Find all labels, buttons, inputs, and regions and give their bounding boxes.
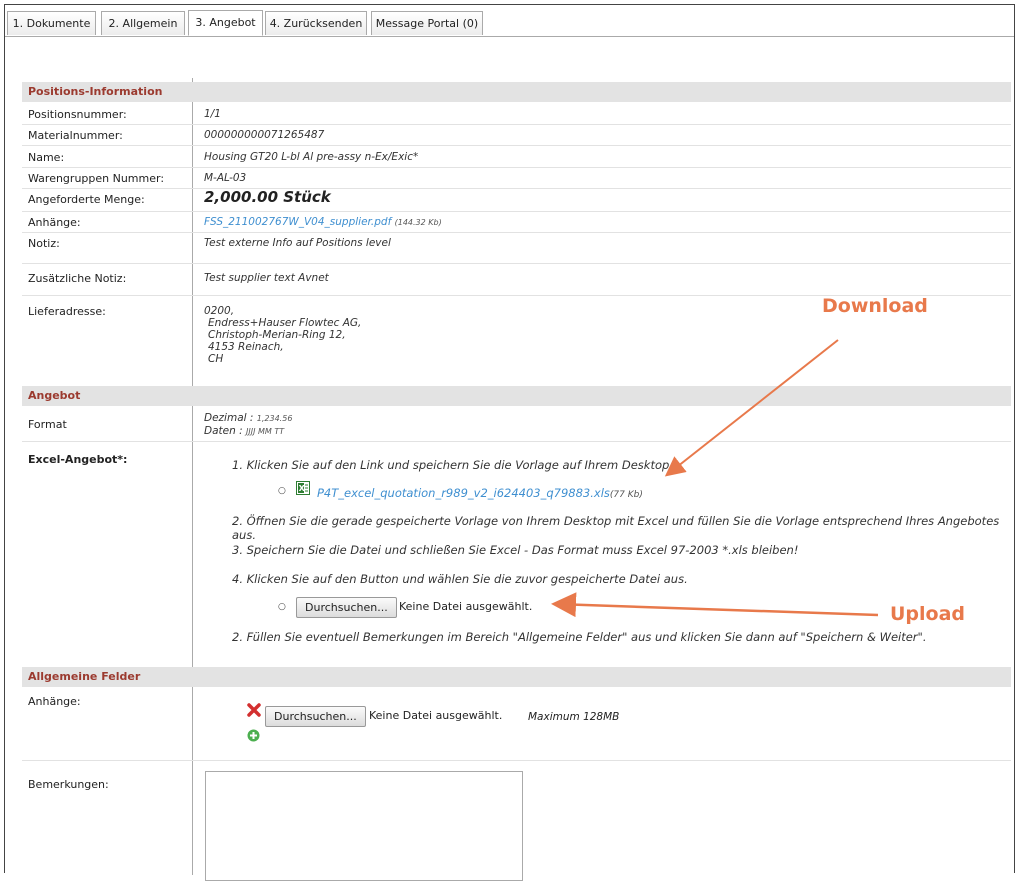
max-size-text: Maximum 128MB — [528, 711, 620, 723]
remove-icon[interactable] — [247, 703, 261, 720]
section-allgemeine-felder: Allgemeine Felder — [22, 667, 1011, 687]
section-title: Allgemeine Felder — [28, 670, 141, 683]
row-divider — [22, 760, 1011, 761]
bemerkungen-textarea[interactable] — [205, 771, 523, 881]
label-anhaenge-allgemein: Anhänge: — [28, 695, 81, 708]
label-bemerkungen: Bemerkungen: — [28, 778, 109, 791]
attachment-browse-button[interactable]: Durchsuchen... — [265, 706, 366, 727]
attachment-no-file-text: Keine Datei ausgewählt. — [369, 709, 503, 722]
upload-arrow — [551, 592, 879, 618]
annotation-arrows — [551, 339, 879, 618]
download-arrow — [664, 339, 839, 477]
add-icon[interactable] — [247, 729, 260, 745]
